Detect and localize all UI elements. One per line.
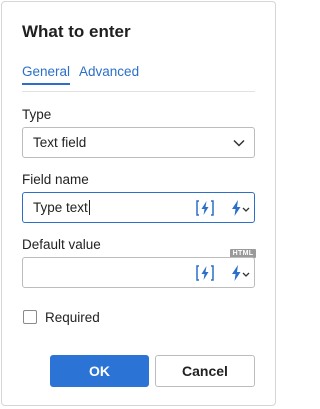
tab-general[interactable]: General [22,64,71,85]
field-name-value: Type text [33,200,90,215]
tab-divider [22,91,255,92]
default-value-input[interactable] [22,257,255,288]
field-name-input[interactable]: Type text [22,192,255,223]
required-checkbox[interactable] [23,310,37,324]
chevron-down-icon [233,139,245,147]
required-label: Required [45,310,100,325]
tab-bar: General Advanced [22,64,148,85]
type-label: Type [22,107,52,122]
ok-button[interactable]: OK [50,355,149,387]
insert-field-icon[interactable] [195,198,215,218]
type-select[interactable]: Text field [22,127,255,158]
lightning-dropdown-icon[interactable] [228,263,252,283]
tab-advanced[interactable]: Advanced [79,64,139,79]
insert-field-icon[interactable] [195,263,215,283]
type-select-value: Text field [33,135,87,150]
lightning-dropdown-icon[interactable] [228,198,252,218]
dialog-title: What to enter [22,22,131,41]
default-value-label: Default value [22,237,101,252]
cancel-button[interactable]: Cancel [155,355,255,387]
field-name-label: Field name [22,172,89,187]
